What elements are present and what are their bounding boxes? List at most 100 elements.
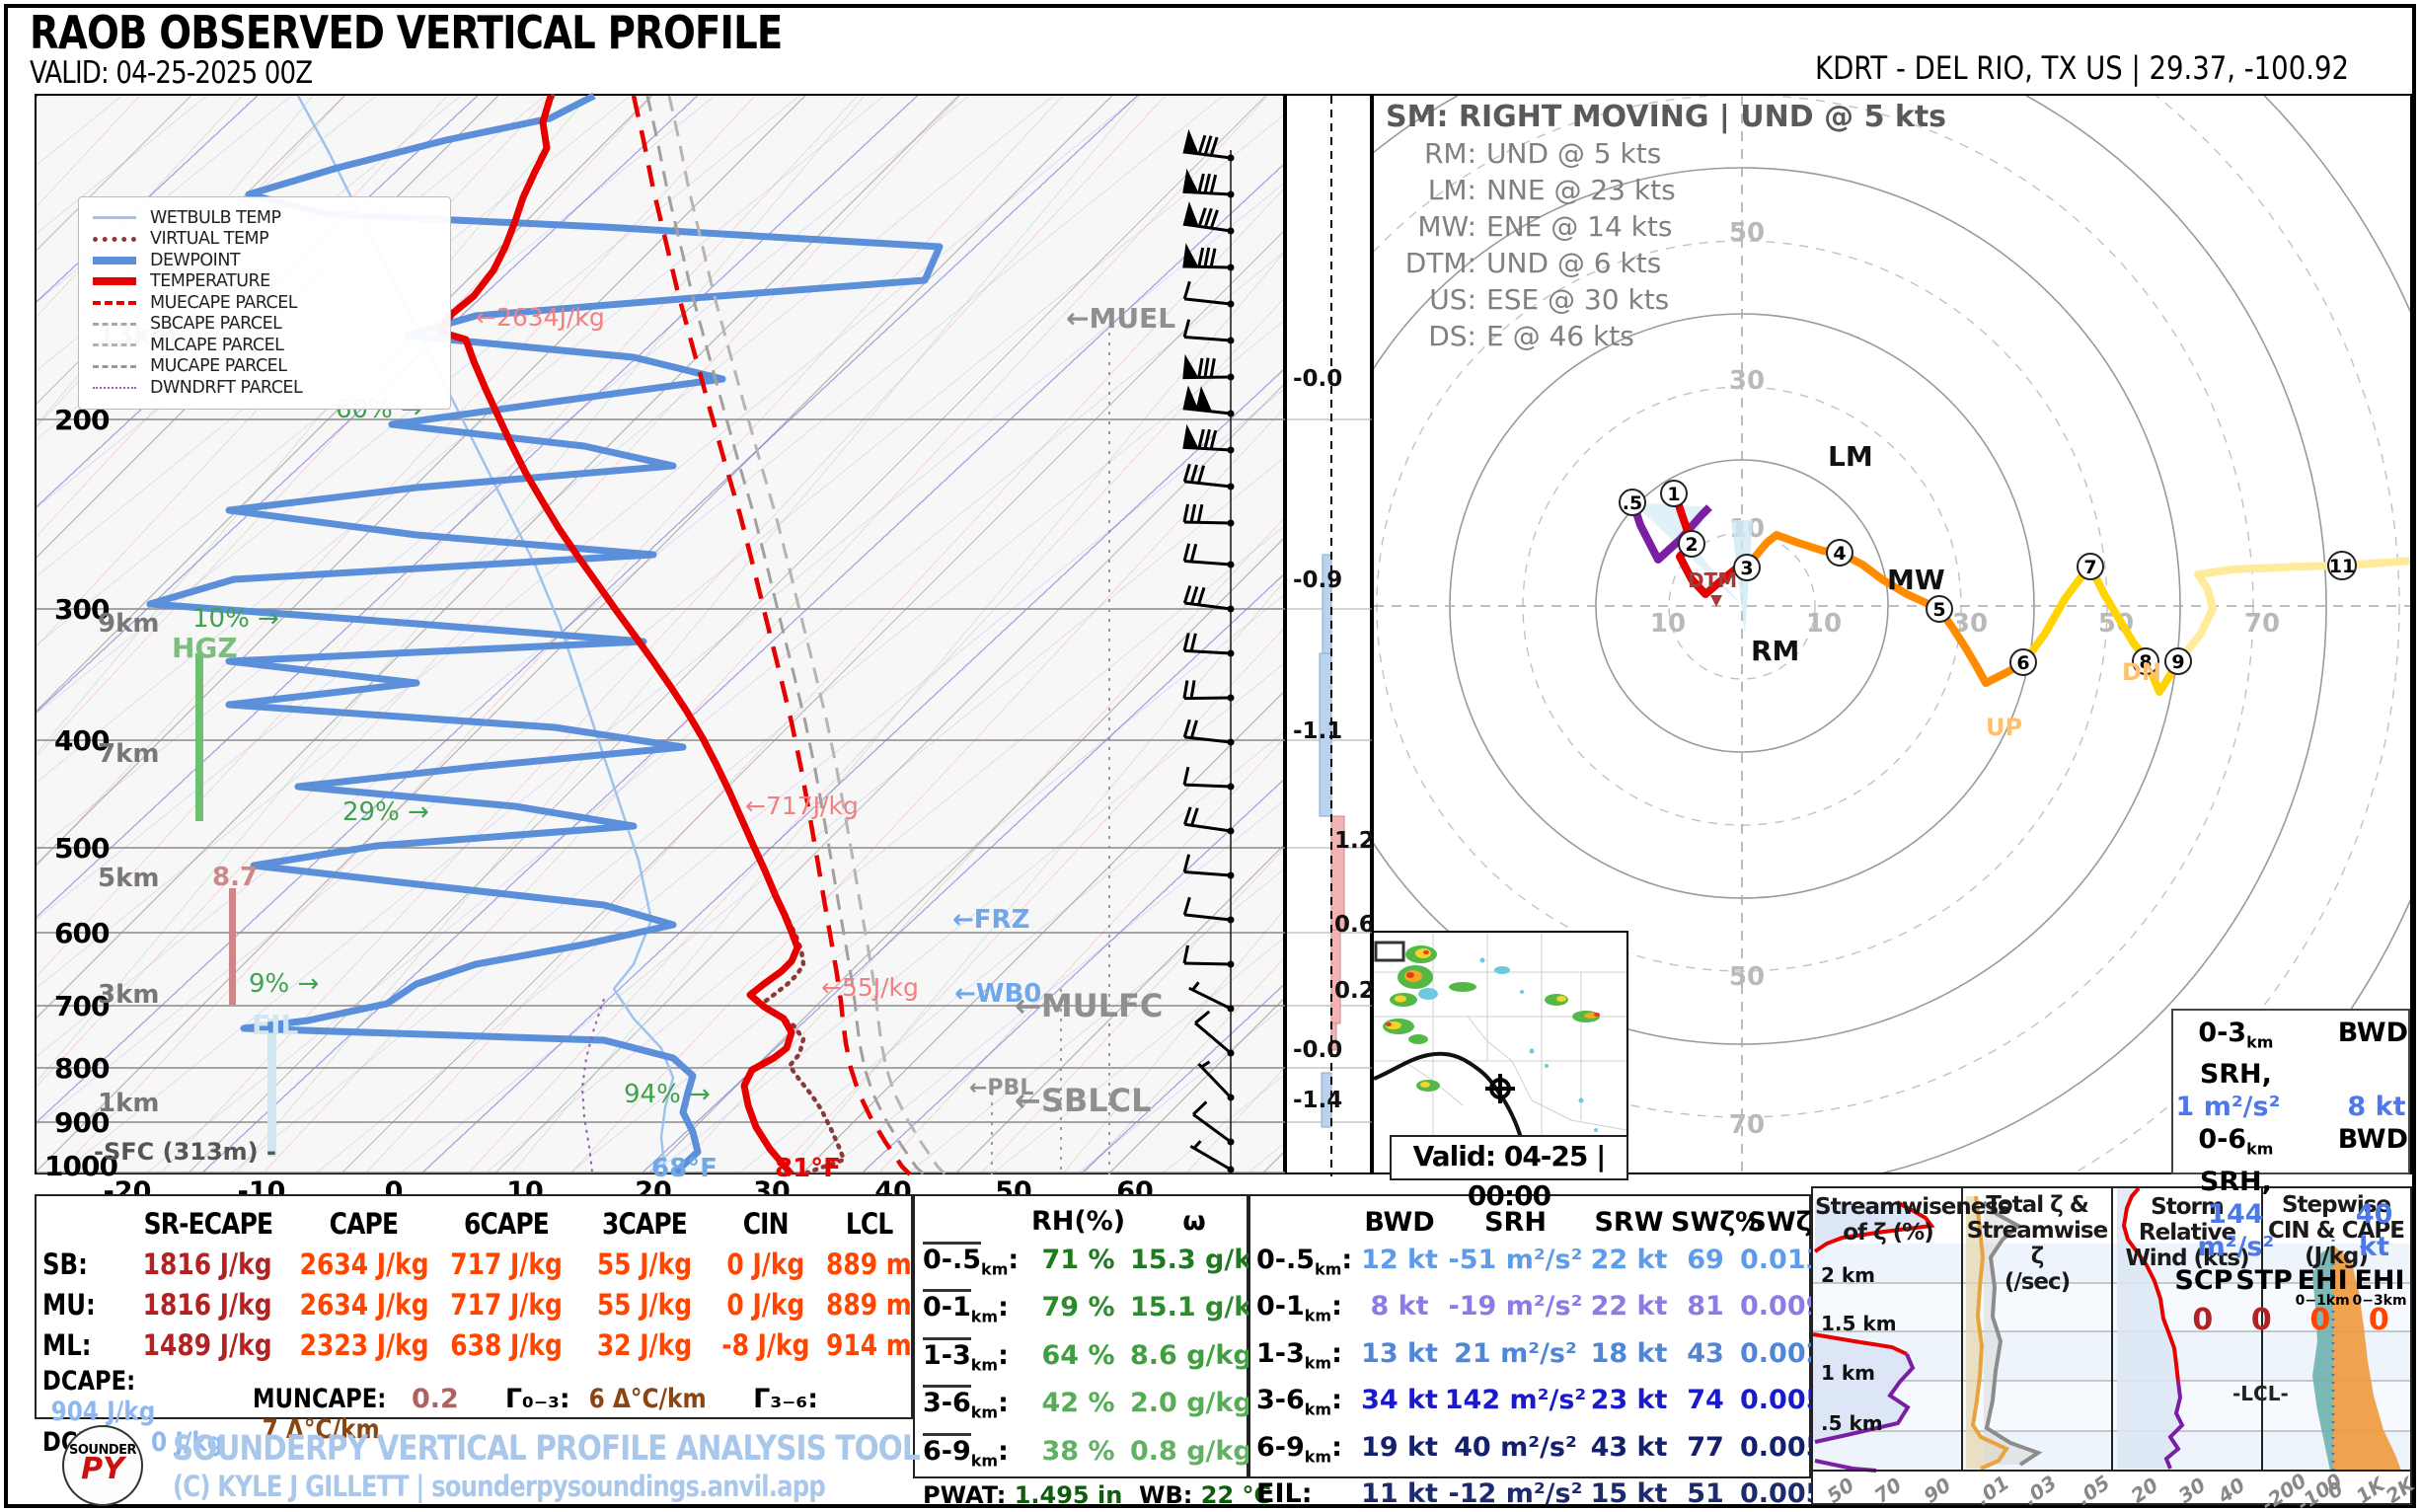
layer-label: 0-.5 bbox=[1256, 1245, 1315, 1275]
gamma03-label: Γ₀₋₃: bbox=[505, 1384, 570, 1414]
omega-down-bar bbox=[1331, 930, 1340, 1023]
map-valid-label: Valid: 04-25 | 00:00 bbox=[1390, 1135, 1628, 1180]
temperature-trace bbox=[439, 96, 797, 1174]
pressure-tick: 800 bbox=[54, 1052, 109, 1085]
col-header: 3CAPE bbox=[602, 1204, 687, 1245]
motion-key: MW: bbox=[1386, 208, 1476, 245]
legend-label: SBCAPE PARCEL bbox=[150, 314, 281, 334]
col-header: CIN bbox=[743, 1204, 789, 1245]
col-header: SRW bbox=[1587, 1204, 1671, 1242]
muel-level-label: ←MUEL bbox=[1066, 302, 1175, 335]
layer-label: 1-3 bbox=[923, 1337, 971, 1371]
lapse-rate-label: 8.7 bbox=[212, 863, 258, 892]
mlcape-legend-line bbox=[93, 343, 136, 346]
col-header: CAPE bbox=[329, 1204, 397, 1245]
layer-label: 0-1 bbox=[923, 1289, 971, 1323]
srh-row-label: 0-3 bbox=[2198, 1018, 2246, 1048]
height-label: 3km bbox=[98, 980, 159, 1010]
cape3-label: ←55J/kg bbox=[821, 973, 919, 1002]
dwndrft-parcel-trace bbox=[582, 999, 604, 1172]
hgz-bar bbox=[195, 653, 203, 821]
shear-table: BWD SRH SRW SWζ% SWζ 0-.5km: 12 kt -51 m… bbox=[1248, 1194, 1811, 1478]
omega-value: 1.2 bbox=[1334, 828, 1374, 854]
ring-label: 50 bbox=[1729, 962, 1765, 992]
eil-label: EIL bbox=[252, 1009, 298, 1041]
legend-label: MUECAPE PARCEL bbox=[150, 293, 297, 313]
motion-value: UND @ 6 kts bbox=[1486, 245, 1661, 281]
gamma03-value: 6 Δ°C/km bbox=[589, 1384, 707, 1414]
y-label: 1 km bbox=[1821, 1361, 1875, 1385]
motion-key: US: bbox=[1386, 281, 1476, 318]
sm-line: SM: RIGHT MOVING | UND @ 5 kts bbox=[1386, 99, 1946, 135]
ehi-label: EHI bbox=[2354, 1265, 2404, 1296]
rh-label-700: 9% → bbox=[249, 969, 319, 999]
cape6-label: ←717J/kg bbox=[745, 792, 859, 820]
height-label: 1km bbox=[98, 1089, 159, 1118]
motion-key: DS: bbox=[1386, 318, 1476, 354]
hodo-marker: 9 bbox=[2171, 651, 2184, 673]
omega-value: 0.6 bbox=[1334, 912, 1374, 938]
sbcape-parcel-trace bbox=[647, 96, 924, 1174]
layer-label: 1-3 bbox=[1256, 1338, 1305, 1369]
trace-legend: WETBULB TEMP VIRTUAL TEMP DEWPOINT TEMPE… bbox=[78, 196, 451, 410]
layer-label: 0-.5 bbox=[923, 1242, 981, 1275]
radar-echoes bbox=[1383, 945, 1600, 1132]
height-label: 5km bbox=[98, 864, 159, 893]
row-label: MU: bbox=[42, 1285, 96, 1325]
stp-value: 0 bbox=[2251, 1307, 2272, 1334]
hodo-marker: 6 bbox=[2016, 652, 2029, 674]
ehi1-value: 0 bbox=[2309, 1307, 2330, 1334]
mw-label: MW bbox=[1887, 564, 1945, 596]
col-header: LCL bbox=[846, 1204, 893, 1245]
ring-label: 10 bbox=[1806, 609, 1842, 639]
col-header: 6CAPE bbox=[464, 1204, 549, 1245]
virtual-temp-legend-line bbox=[93, 237, 136, 242]
ehi3-value: 0 bbox=[2369, 1307, 2389, 1334]
hodo-marker: 1 bbox=[1667, 484, 1680, 505]
mulfc-label: ←MULFC bbox=[1015, 987, 1163, 1024]
layer-label: EIL: bbox=[1256, 1478, 1313, 1509]
layer-label: 3-6 bbox=[1256, 1385, 1305, 1415]
legend-label: WETBULB TEMP bbox=[150, 208, 281, 228]
y-label: 2 km bbox=[1821, 1263, 1875, 1287]
y-label: .5 km bbox=[1821, 1411, 1883, 1435]
up-label: UP bbox=[1986, 714, 2022, 741]
rh-label-850: 94% → bbox=[624, 1080, 711, 1109]
sounderpy-logo: SOUNDER PY bbox=[62, 1425, 143, 1506]
omega-header: ω bbox=[1130, 1202, 1258, 1241]
wb-label: WB: bbox=[1139, 1479, 1192, 1512]
dtm-label: DTM bbox=[1688, 568, 1737, 592]
mucape-legend-line bbox=[93, 365, 136, 368]
muel-cape-label: ←2634J/kg bbox=[476, 303, 605, 332]
row-label: ML: bbox=[42, 1325, 92, 1366]
hodo-marker: 11 bbox=[2329, 556, 2355, 577]
dwndrft-legend-line bbox=[93, 387, 136, 389]
footer-credit: SOUNDER PY SOUNDERPY VERTICAL PROFILE AN… bbox=[35, 1423, 913, 1506]
hodo-marker: 2 bbox=[1685, 534, 1698, 556]
credit-line-1: SOUNDERPY VERTICAL PROFILE ANALYSIS TOOL bbox=[173, 1429, 920, 1469]
motion-key: LM: bbox=[1386, 172, 1476, 208]
sbcape-legend-line bbox=[93, 323, 136, 326]
station-id: KDRT - DEL RIO, TX US | 29.37, -100.92 bbox=[1772, 49, 2392, 87]
ehi-label: EHI bbox=[2298, 1265, 2348, 1296]
lapse-bar bbox=[229, 888, 236, 1005]
motion-value: UND @ 5 kts bbox=[1486, 135, 1661, 172]
ring-label: 10 bbox=[1650, 609, 1686, 639]
srh-row-label: 0-6 bbox=[2198, 1124, 2246, 1155]
scp-value: 0 bbox=[2192, 1307, 2213, 1334]
sounderpy-analysis-page: RAOB OBSERVED VERTICAL PROFILE VALID: 04… bbox=[0, 0, 2420, 1512]
muncape-label: MUNCAPE: bbox=[253, 1384, 386, 1414]
legend-label: VIRTUAL TEMP bbox=[150, 229, 268, 249]
hodo-marker: 7 bbox=[2083, 557, 2096, 578]
motion-value: ESE @ 30 kts bbox=[1486, 281, 1669, 318]
hodo-9km-plus bbox=[2185, 561, 2412, 653]
rh-label-300: 10% → bbox=[192, 604, 279, 634]
hodo-marker: 5 bbox=[1932, 599, 1945, 621]
bwd-0-3-value: 8 kt bbox=[2347, 1091, 2405, 1123]
layer-label: 6-9 bbox=[1256, 1432, 1305, 1463]
rh-label-500: 29% → bbox=[342, 797, 429, 827]
motion-key: RM: bbox=[1386, 135, 1476, 172]
height-label: 7km bbox=[98, 739, 159, 769]
ring-label: 70 bbox=[1729, 1110, 1765, 1140]
omega-value: -1.1 bbox=[1293, 718, 1342, 744]
